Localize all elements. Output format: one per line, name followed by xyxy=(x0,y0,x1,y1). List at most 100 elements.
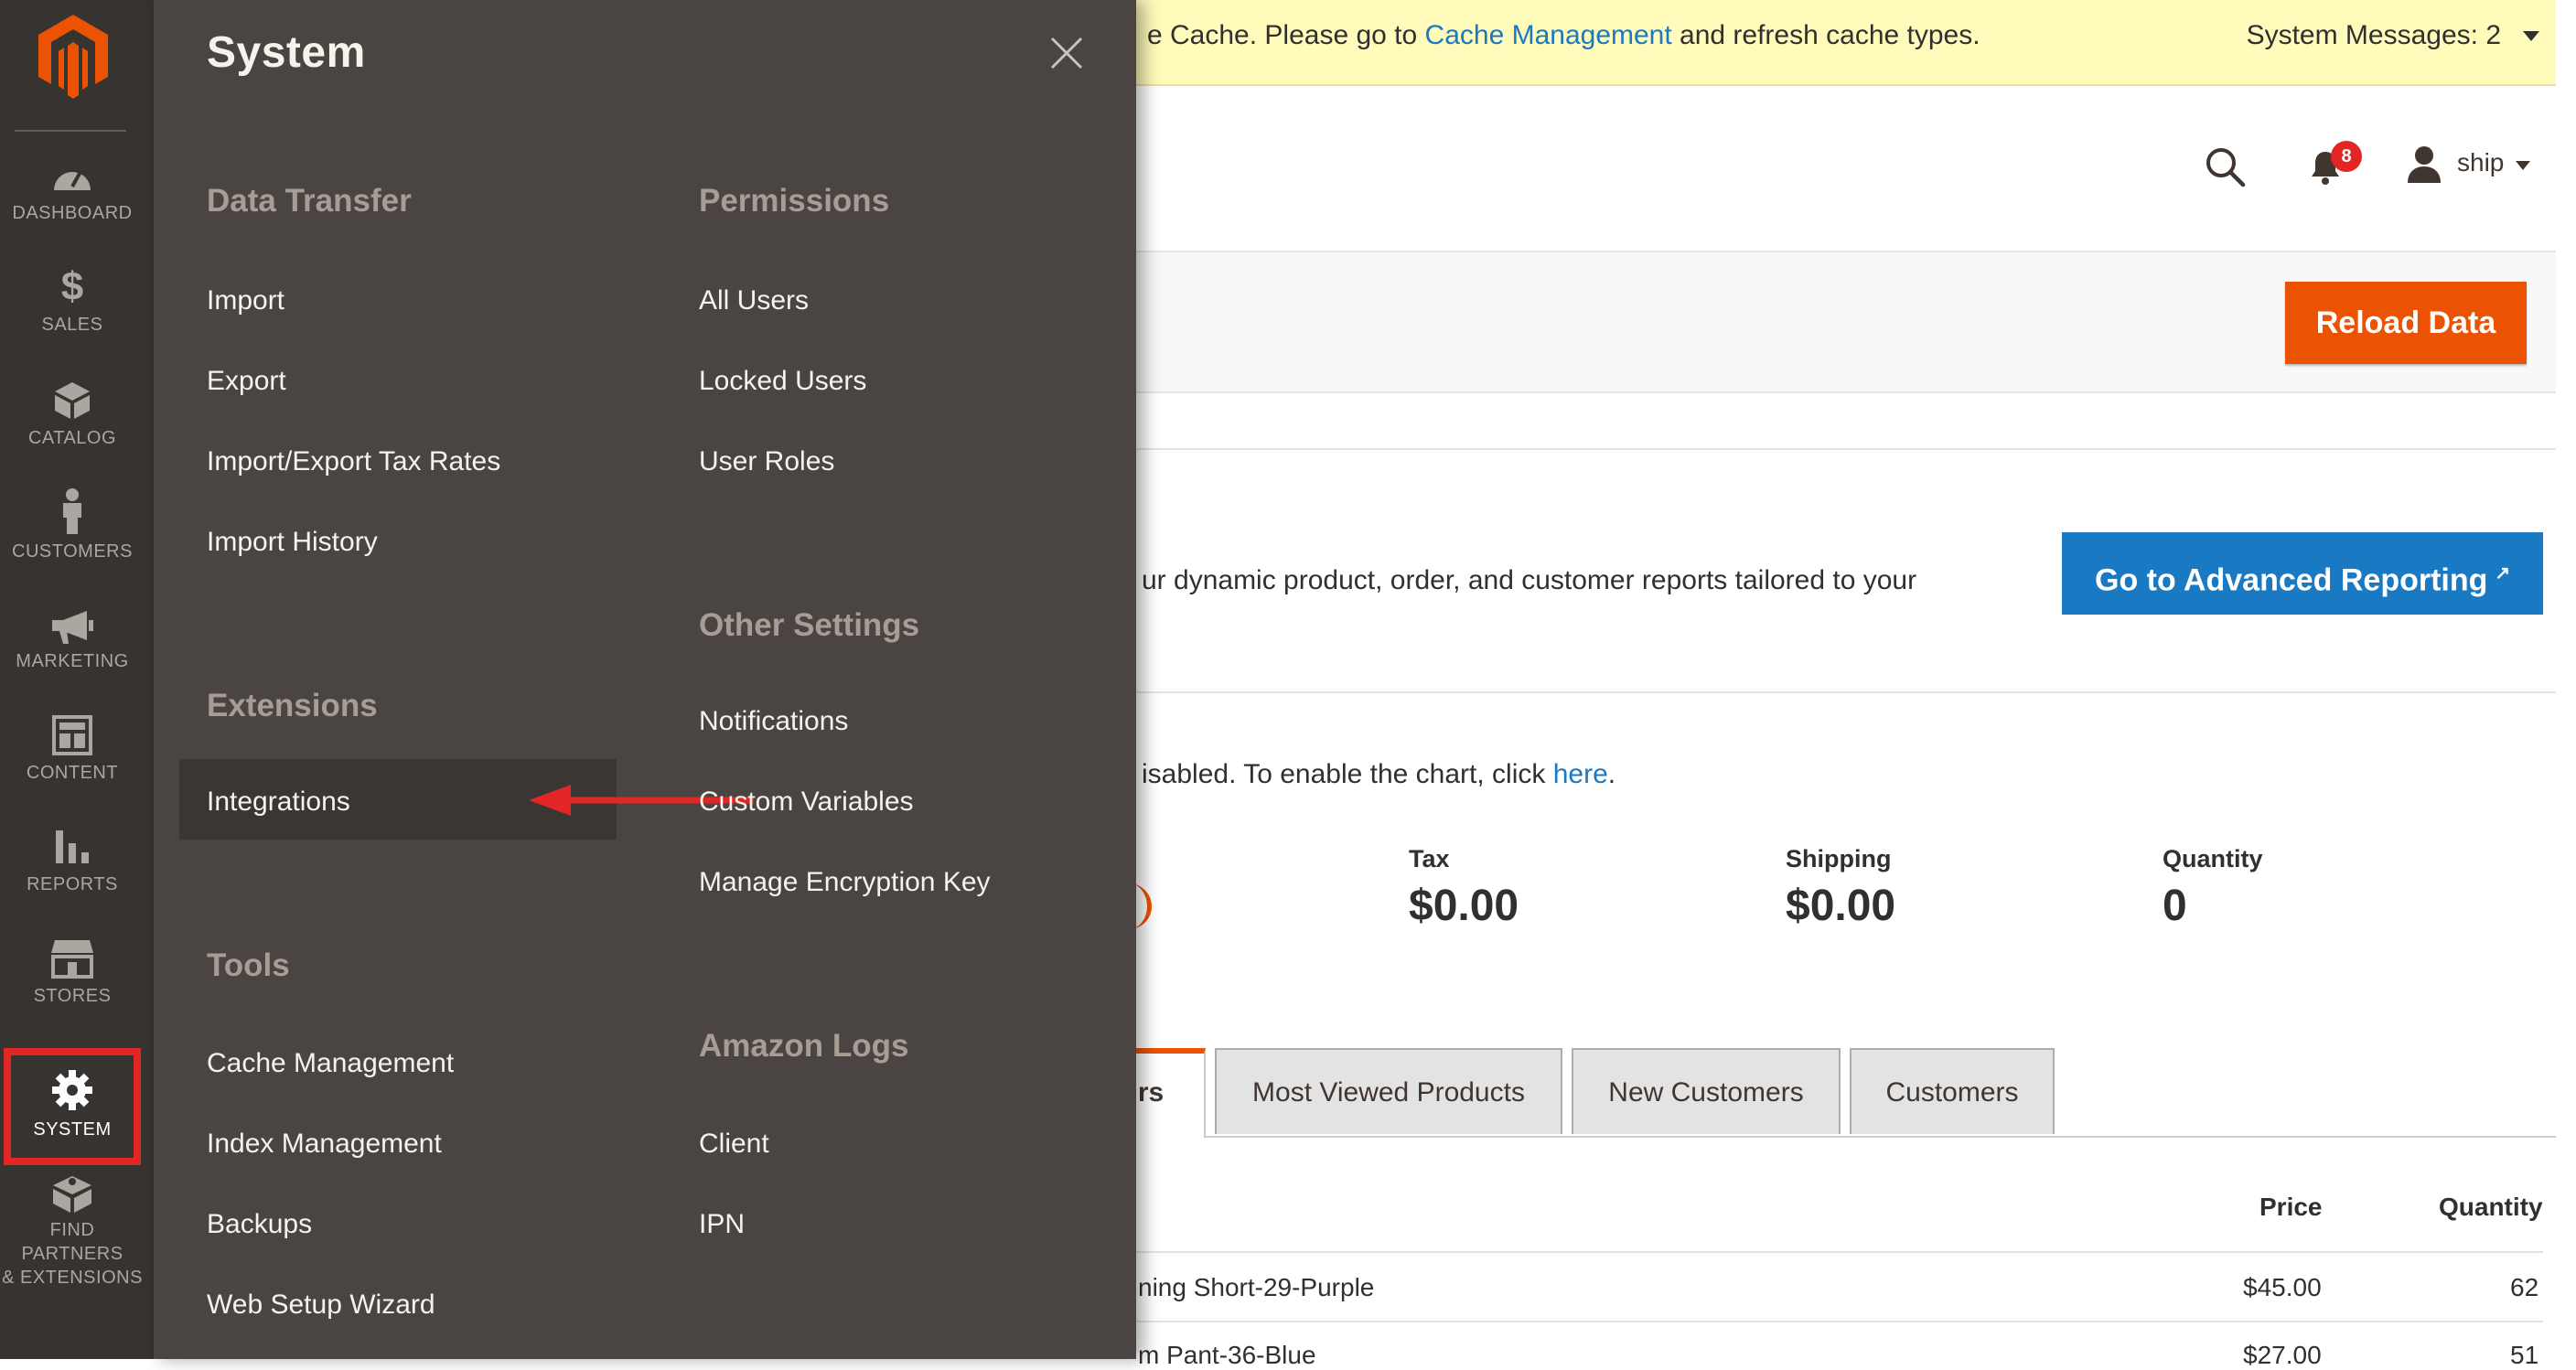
gear-icon xyxy=(52,1070,92,1110)
system-message-suffix: and refresh cache types. xyxy=(1671,20,1980,50)
stat-label: Tax xyxy=(1409,845,1450,872)
menu-link-integrations[interactable]: Integrations xyxy=(207,787,350,818)
stat-label: Shipping xyxy=(1786,845,1892,872)
table-cell-price: $45.00 xyxy=(2243,1273,2322,1301)
column-header-price[interactable]: Price xyxy=(2259,1193,2323,1222)
stat-shipping: Shipping $0.00 xyxy=(1786,845,1895,931)
nav-system[interactable]: SYSTEM xyxy=(4,1048,141,1165)
group-title-amazon-logs: Amazon Logs xyxy=(699,1028,909,1064)
group-title-tools: Tools xyxy=(207,947,290,983)
group-title-extensions: Extensions xyxy=(207,688,378,723)
reload-data-button[interactable]: Reload Data xyxy=(2285,282,2527,364)
nav-marketing[interactable]: MARKETING xyxy=(0,609,145,719)
magento-logo-icon[interactable] xyxy=(35,13,112,99)
menu-link-client[interactable]: Client xyxy=(699,1129,769,1160)
bar-chart-icon xyxy=(56,830,89,863)
group-title-other-settings: Other Settings xyxy=(699,607,920,643)
nav-stores[interactable]: STORES xyxy=(0,938,145,1048)
chart-disabled-message: isabled. To enable the chart, click here… xyxy=(1142,759,1615,790)
nav-label: SALES xyxy=(41,315,103,335)
box-icon xyxy=(55,382,90,419)
table-cell-product[interactable]: m Pant-36-Blue xyxy=(1138,1341,1316,1370)
menu-link-user-roles[interactable]: User Roles xyxy=(699,446,834,477)
admin-sidebar: DASHBOARD $ SALES CATALOG CUSTOMERS MARK… xyxy=(0,0,154,1359)
dashboard-tabs: rs Most Viewed Products New Customers Cu… xyxy=(1098,1048,2556,1138)
nav-sales[interactable]: $ SALES xyxy=(0,267,145,377)
divider xyxy=(1098,448,2556,450)
advanced-reporting-button-label: Go to Advanced Reporting xyxy=(2095,562,2488,598)
nav-label: CONTENT xyxy=(26,763,119,783)
page-margin xyxy=(2556,0,2576,1359)
nav-reports[interactable]: REPORTS xyxy=(0,827,145,937)
nav-catalog[interactable]: CATALOG xyxy=(0,380,145,490)
search-icon[interactable] xyxy=(2203,144,2247,188)
tab-new-customers[interactable]: New Customers xyxy=(1572,1048,1841,1134)
menu-link-ipn[interactable]: IPN xyxy=(699,1209,745,1240)
nav-label: CATALOG xyxy=(27,428,117,448)
menu-link-import[interactable]: Import xyxy=(207,285,284,316)
menu-link-index-management[interactable]: Index Management xyxy=(207,1129,442,1160)
system-message-bar: e Cache. Please go to Cache Management a… xyxy=(1098,0,2556,86)
flyout-title: System xyxy=(207,28,366,77)
megaphone-icon xyxy=(52,611,93,644)
system-messages-dropdown-icon[interactable] xyxy=(2523,31,2539,41)
menu-link-custom-variables[interactable]: Custom Variables xyxy=(699,787,914,818)
cache-management-link[interactable]: Cache Management xyxy=(1425,20,1672,50)
menu-link-cache-management[interactable]: Cache Management xyxy=(207,1048,454,1079)
menu-link-manage-encryption-key[interactable]: Manage Encryption Key xyxy=(699,867,991,898)
nav-label: REPORTS xyxy=(27,874,118,894)
user-icon[interactable] xyxy=(2406,144,2442,183)
menu-link-locked-users[interactable]: Locked Users xyxy=(699,366,866,397)
menu-link-export[interactable]: Export xyxy=(207,366,286,397)
dashboard-icon xyxy=(54,171,91,190)
advanced-reporting-button[interactable]: Go to Advanced Reporting ↗ xyxy=(2062,532,2543,615)
external-link-icon: ↗ xyxy=(2495,563,2511,583)
nav-label-line: & EXTENSIONS xyxy=(2,1268,143,1288)
stat-tax: Tax $0.00 xyxy=(1409,845,1519,931)
table-cell-price: $27.00 xyxy=(2243,1341,2322,1369)
user-name[interactable]: ship xyxy=(2457,148,2504,177)
nav-label: MARKETING xyxy=(16,651,129,671)
divider xyxy=(15,130,126,132)
tab-customers[interactable]: Customers xyxy=(1850,1048,2055,1134)
menu-link-web-setup-wizard[interactable]: Web Setup Wizard xyxy=(207,1290,435,1321)
table-cell-quantity: 51 xyxy=(2510,1341,2539,1369)
divider xyxy=(1098,691,2556,693)
table-divider xyxy=(1098,1251,2543,1253)
column-header-quantity[interactable]: Quantity xyxy=(2439,1193,2543,1222)
extensions-icon xyxy=(53,1176,91,1213)
menu-link-notifications[interactable]: Notifications xyxy=(699,706,848,737)
notification-count-badge[interactable]: 8 xyxy=(2331,141,2362,172)
menu-link-backups[interactable]: Backups xyxy=(207,1209,312,1240)
person-icon xyxy=(63,488,81,534)
nav-label: STORES xyxy=(33,986,112,1006)
stat-value: $0.00 xyxy=(1786,882,1896,930)
tab-most-viewed-products[interactable]: Most Viewed Products xyxy=(1215,1048,1562,1134)
system-messages-count[interactable]: System Messages: 2 xyxy=(2247,20,2501,51)
nav-customers[interactable]: CUSTOMERS xyxy=(0,488,145,598)
system-message-prefix: e Cache. Please go to xyxy=(1147,20,1425,50)
stat-value: 0 xyxy=(2163,882,2187,930)
chart-message-suffix: . xyxy=(1607,759,1616,789)
system-message-text: e Cache. Please go to Cache Management a… xyxy=(1147,20,1980,51)
user-menu-caret-icon[interactable] xyxy=(2516,161,2530,170)
menu-link-import-export-tax-rates[interactable]: Import/Export Tax Rates xyxy=(207,446,500,477)
advanced-reporting-text: ur dynamic product, order, and customer … xyxy=(1142,565,1917,595)
menu-link-import-history[interactable]: Import History xyxy=(207,527,378,558)
close-icon[interactable] xyxy=(1048,35,1085,71)
chart-message-prefix: isabled. To enable the chart, click xyxy=(1142,759,1553,789)
nav-label: CUSTOMERS xyxy=(12,541,133,562)
nav-content[interactable]: CONTENT xyxy=(0,715,145,825)
nav-label: DASHBOARD xyxy=(12,203,133,223)
menu-link-all-users[interactable]: All Users xyxy=(699,285,809,316)
table-cell-product[interactable]: ning Short-29-Purple xyxy=(1138,1273,1374,1302)
nav-label-line: FIND PARTNERS xyxy=(21,1220,123,1264)
nav-find-partners-extensions[interactable]: FIND PARTNERS & EXTENSIONS xyxy=(0,1174,145,1293)
stat-label: Quantity xyxy=(2163,845,2263,872)
table-divider xyxy=(1098,1321,2543,1322)
layout-icon xyxy=(52,715,92,755)
enable-chart-link[interactable]: here xyxy=(1553,759,1608,789)
nav-label: SYSTEM xyxy=(33,1119,112,1140)
store-icon xyxy=(51,940,93,979)
nav-dashboard[interactable]: DASHBOARD xyxy=(0,159,145,269)
